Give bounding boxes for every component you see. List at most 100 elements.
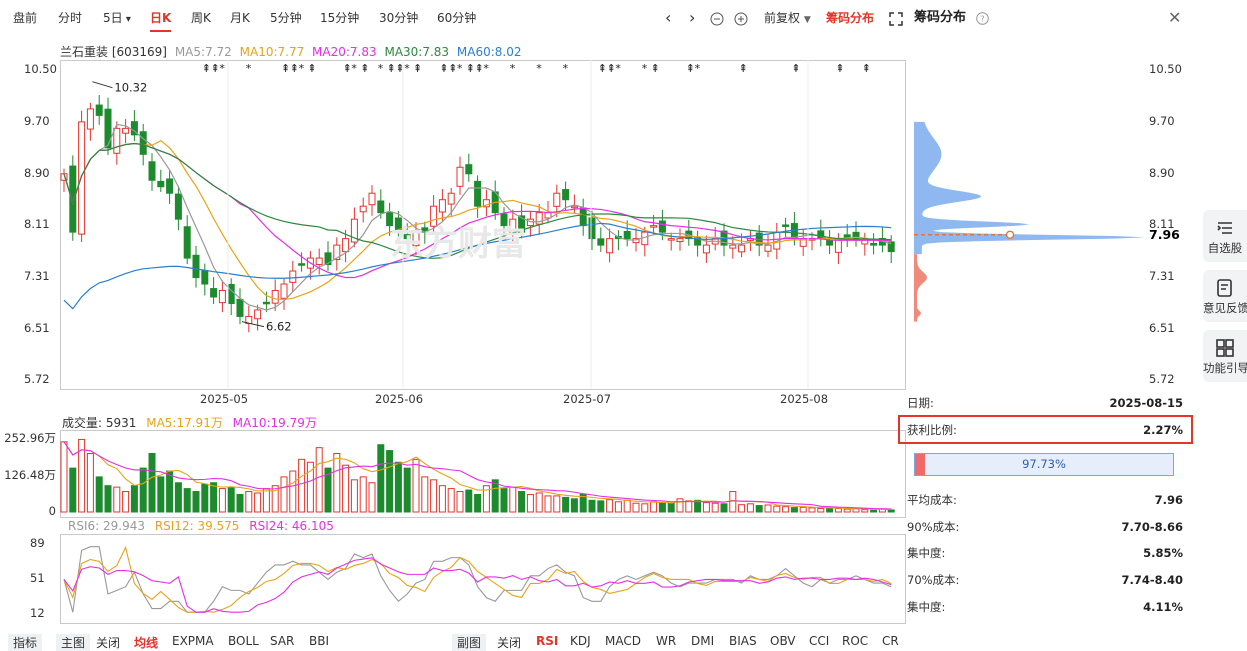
rsi24-line	[63, 557, 892, 613]
ma-legend: 兰石重装 [603169] MA5:7.72 MA10:7.77 MA20:7.…	[60, 43, 521, 60]
chip-date-label: 日期:	[907, 396, 934, 410]
fuquan-label: 前复权	[764, 11, 801, 25]
volume-bar	[447, 488, 455, 513]
volume-bar	[553, 495, 561, 513]
next-arrow-icon[interactable]: ›	[689, 8, 695, 28]
bottom-left-4[interactable]: EXPMA	[172, 634, 214, 648]
rsi-tick: 51	[30, 570, 45, 585]
bottom-left-2[interactable]: 关闭	[96, 634, 120, 651]
candle-body	[95, 104, 103, 116]
volume-bar	[491, 479, 499, 513]
tab-4[interactable]: 周K	[191, 8, 211, 28]
signal-mark: *	[404, 62, 410, 75]
volume-bar	[597, 500, 605, 513]
zoom-in-icon[interactable]	[734, 8, 748, 28]
tab-7[interactable]: 15分钟	[320, 8, 359, 28]
bottom-right-11[interactable]: CR	[882, 634, 899, 648]
price-tick: 5.72	[24, 372, 50, 386]
help-icon[interactable]: ?	[976, 8, 989, 28]
concentration90-label: 集中度:	[907, 546, 946, 560]
tab-9[interactable]: 60分钟	[437, 8, 476, 28]
bottom-right-8[interactable]: OBV	[770, 634, 796, 648]
bottom-left-1[interactable]: 主图	[56, 634, 91, 651]
tab-2[interactable]: 5日 ▾	[103, 8, 131, 28]
volume-bar	[86, 452, 94, 513]
candle-body	[782, 224, 790, 227]
bottom-left-6[interactable]: SAR	[270, 634, 294, 648]
close-icon[interactable]: ✕	[1168, 8, 1181, 28]
bottom-right-1[interactable]: 关闭	[497, 634, 521, 651]
candle-body	[78, 121, 86, 235]
rsi-legend: RSI6: 29.943 RSI12: 39.575 RSI24: 46.105	[68, 519, 334, 533]
chip-price-tick: 9.70	[1149, 113, 1175, 128]
volume-bar	[544, 495, 552, 513]
volume-tick: 126.48万	[4, 468, 56, 482]
volume-bar	[359, 476, 367, 513]
candle-body	[623, 230, 631, 240]
candle-body	[271, 290, 279, 304]
volume-bar	[157, 476, 165, 513]
rsi24-value: RSI24: 46.105	[249, 519, 334, 533]
tab-6[interactable]: 5分钟	[270, 8, 302, 28]
bottom-right-3[interactable]: KDJ	[570, 634, 591, 648]
tab-1[interactable]: 分时	[58, 8, 82, 28]
zoom-out-icon[interactable]	[710, 8, 724, 28]
volume-bar	[201, 483, 209, 513]
bottom-right-2[interactable]: RSI	[536, 634, 558, 648]
bottom-left-5[interactable]: BOLL	[228, 634, 259, 648]
tab-3[interactable]: 日K	[150, 8, 172, 32]
volume-bar	[122, 491, 130, 513]
tab-0[interactable]: 盘前	[13, 8, 37, 28]
candle-body	[157, 180, 165, 188]
prev-arrow-icon[interactable]: ‹	[665, 8, 671, 28]
volume-bar	[588, 499, 596, 513]
sidebar-watchlist-button[interactable]: 自选股	[1203, 210, 1247, 262]
volume-bar	[790, 507, 798, 513]
bottom-left-7[interactable]: BBI	[309, 634, 329, 648]
bottom-right-9[interactable]: CCI	[809, 634, 829, 648]
volume-bar	[254, 492, 262, 513]
volume-bar	[333, 452, 341, 513]
volume-bar	[518, 491, 526, 513]
signal-mark: *	[642, 62, 648, 75]
candle-body	[183, 226, 191, 259]
concentration70-label: 集中度:	[907, 600, 946, 614]
candle-body	[676, 238, 684, 243]
fullscreen-icon[interactable]	[889, 8, 903, 28]
volume-bar	[562, 496, 570, 513]
bottom-right-6[interactable]: DMI	[691, 634, 714, 648]
candle-body	[236, 298, 244, 317]
candle-body	[465, 164, 473, 175]
volume-bar	[509, 486, 517, 513]
volume-bar	[632, 502, 640, 513]
watermark: 东方财富	[390, 224, 526, 264]
signal-mark: *	[483, 62, 489, 75]
chip-tab[interactable]: 筹码分布	[826, 8, 874, 28]
candle-body	[359, 205, 367, 213]
volume-bar	[350, 479, 358, 513]
bottom-right-4[interactable]: MACD	[605, 634, 641, 648]
chip-price-tick: 6.51	[1149, 320, 1175, 335]
tab-5[interactable]: 月K	[230, 8, 250, 28]
candle-body	[86, 108, 94, 130]
volume-bar	[403, 467, 411, 513]
sidebar-feedback-button[interactable]: 意见反馈	[1203, 270, 1247, 322]
candle-body	[570, 205, 578, 209]
candle-body	[201, 270, 209, 285]
volume-bar	[500, 488, 508, 513]
fuquan-dropdown[interactable]: 前复权 ▼	[764, 8, 811, 28]
bottom-left-3[interactable]: 均线	[134, 634, 158, 651]
cost70-value: 7.74-8.40	[1121, 573, 1183, 587]
candle-body	[298, 263, 306, 266]
profit-ratio-bar: 97.73%	[914, 453, 1174, 476]
candle-body	[148, 161, 156, 181]
tab-8[interactable]: 30分钟	[379, 8, 418, 28]
volume-bar	[667, 502, 675, 513]
sidebar-guide-button[interactable]: 功能引导	[1203, 330, 1247, 382]
candle-body	[342, 238, 350, 253]
bottom-right-10[interactable]: ROC	[842, 634, 868, 648]
bottom-right-7[interactable]: BIAS	[729, 634, 757, 648]
candle-body	[870, 243, 878, 246]
bottom-right-5[interactable]: WR	[656, 634, 676, 648]
volume-bar	[764, 504, 772, 513]
